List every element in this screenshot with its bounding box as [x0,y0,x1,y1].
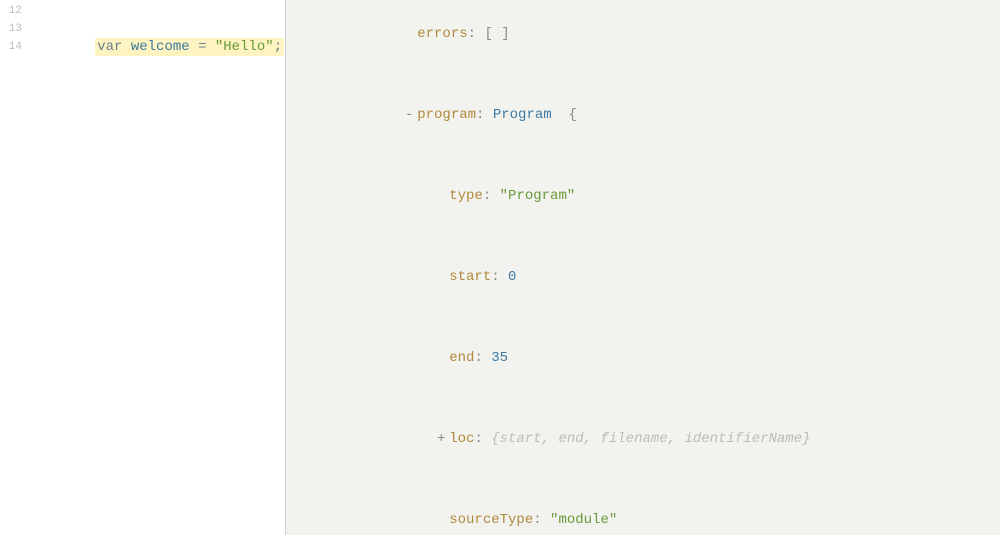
ast-key: loc [449,431,474,447]
code-line: 14 var welcome = "Hello"; [0,38,285,56]
app-root: 12 13 14 var welcome = "Hello"; errors: … [0,0,1000,535]
ast-value-number: 0 [508,269,516,285]
ast-tree: errors: [ ] -program: Program { type: "P… [286,0,1000,535]
ast-row-end[interactable]: end: 35 [286,318,1000,399]
ast-key: program [417,107,476,123]
ast-value-number: 35 [491,350,508,366]
ast-row-sourcetype[interactable]: sourceType: "module" [286,480,1000,535]
ast-value-string: "module" [550,512,617,528]
gutter-line-number: 14 [0,38,28,56]
ast-row-program[interactable]: -program: Program { [286,75,1000,156]
collapse-toggle-icon[interactable]: - [401,102,417,129]
ast-row-start[interactable]: start: 0 [286,237,1000,318]
ast-value: [ ] [484,26,509,42]
ast-key: errors [417,26,467,42]
code-editor-pane[interactable]: 12 13 14 var welcome = "Hello"; [0,0,286,535]
ast-value-string: "Program" [500,188,576,204]
token-identifier: welcome [131,39,190,55]
ast-key: type [449,188,483,204]
token-operator: = [198,39,206,55]
ast-type-link[interactable]: Program [493,107,552,123]
highlighted-code: var welcome = "Hello"; [95,38,284,56]
code-line: 12 [0,2,285,20]
gutter-line-number: 12 [0,2,28,20]
ast-collapsed-preview: {start, end, filename, identifierName} [491,431,810,447]
token-punct: ; [274,39,282,55]
code-text: var welcome = "Hello"; [28,20,284,74]
token-keyword: var [97,39,122,55]
ast-row-errors[interactable]: errors: [ ] [286,0,1000,75]
ast-key: start [449,269,491,285]
gutter-line-number: 13 [0,20,28,38]
token-string: "Hello" [215,39,274,55]
ast-row-loc[interactable]: +loc: {start, end, filename, identifierN… [286,399,1000,480]
ast-key: end [449,350,474,366]
brace-open: { [568,107,576,123]
ast-key: sourceType [449,512,533,528]
ast-viewer-pane[interactable]: errors: [ ] -program: Program { type: "P… [286,0,1000,535]
expand-toggle-icon[interactable]: + [433,426,449,453]
ast-row-type[interactable]: type: "Program" [286,156,1000,237]
